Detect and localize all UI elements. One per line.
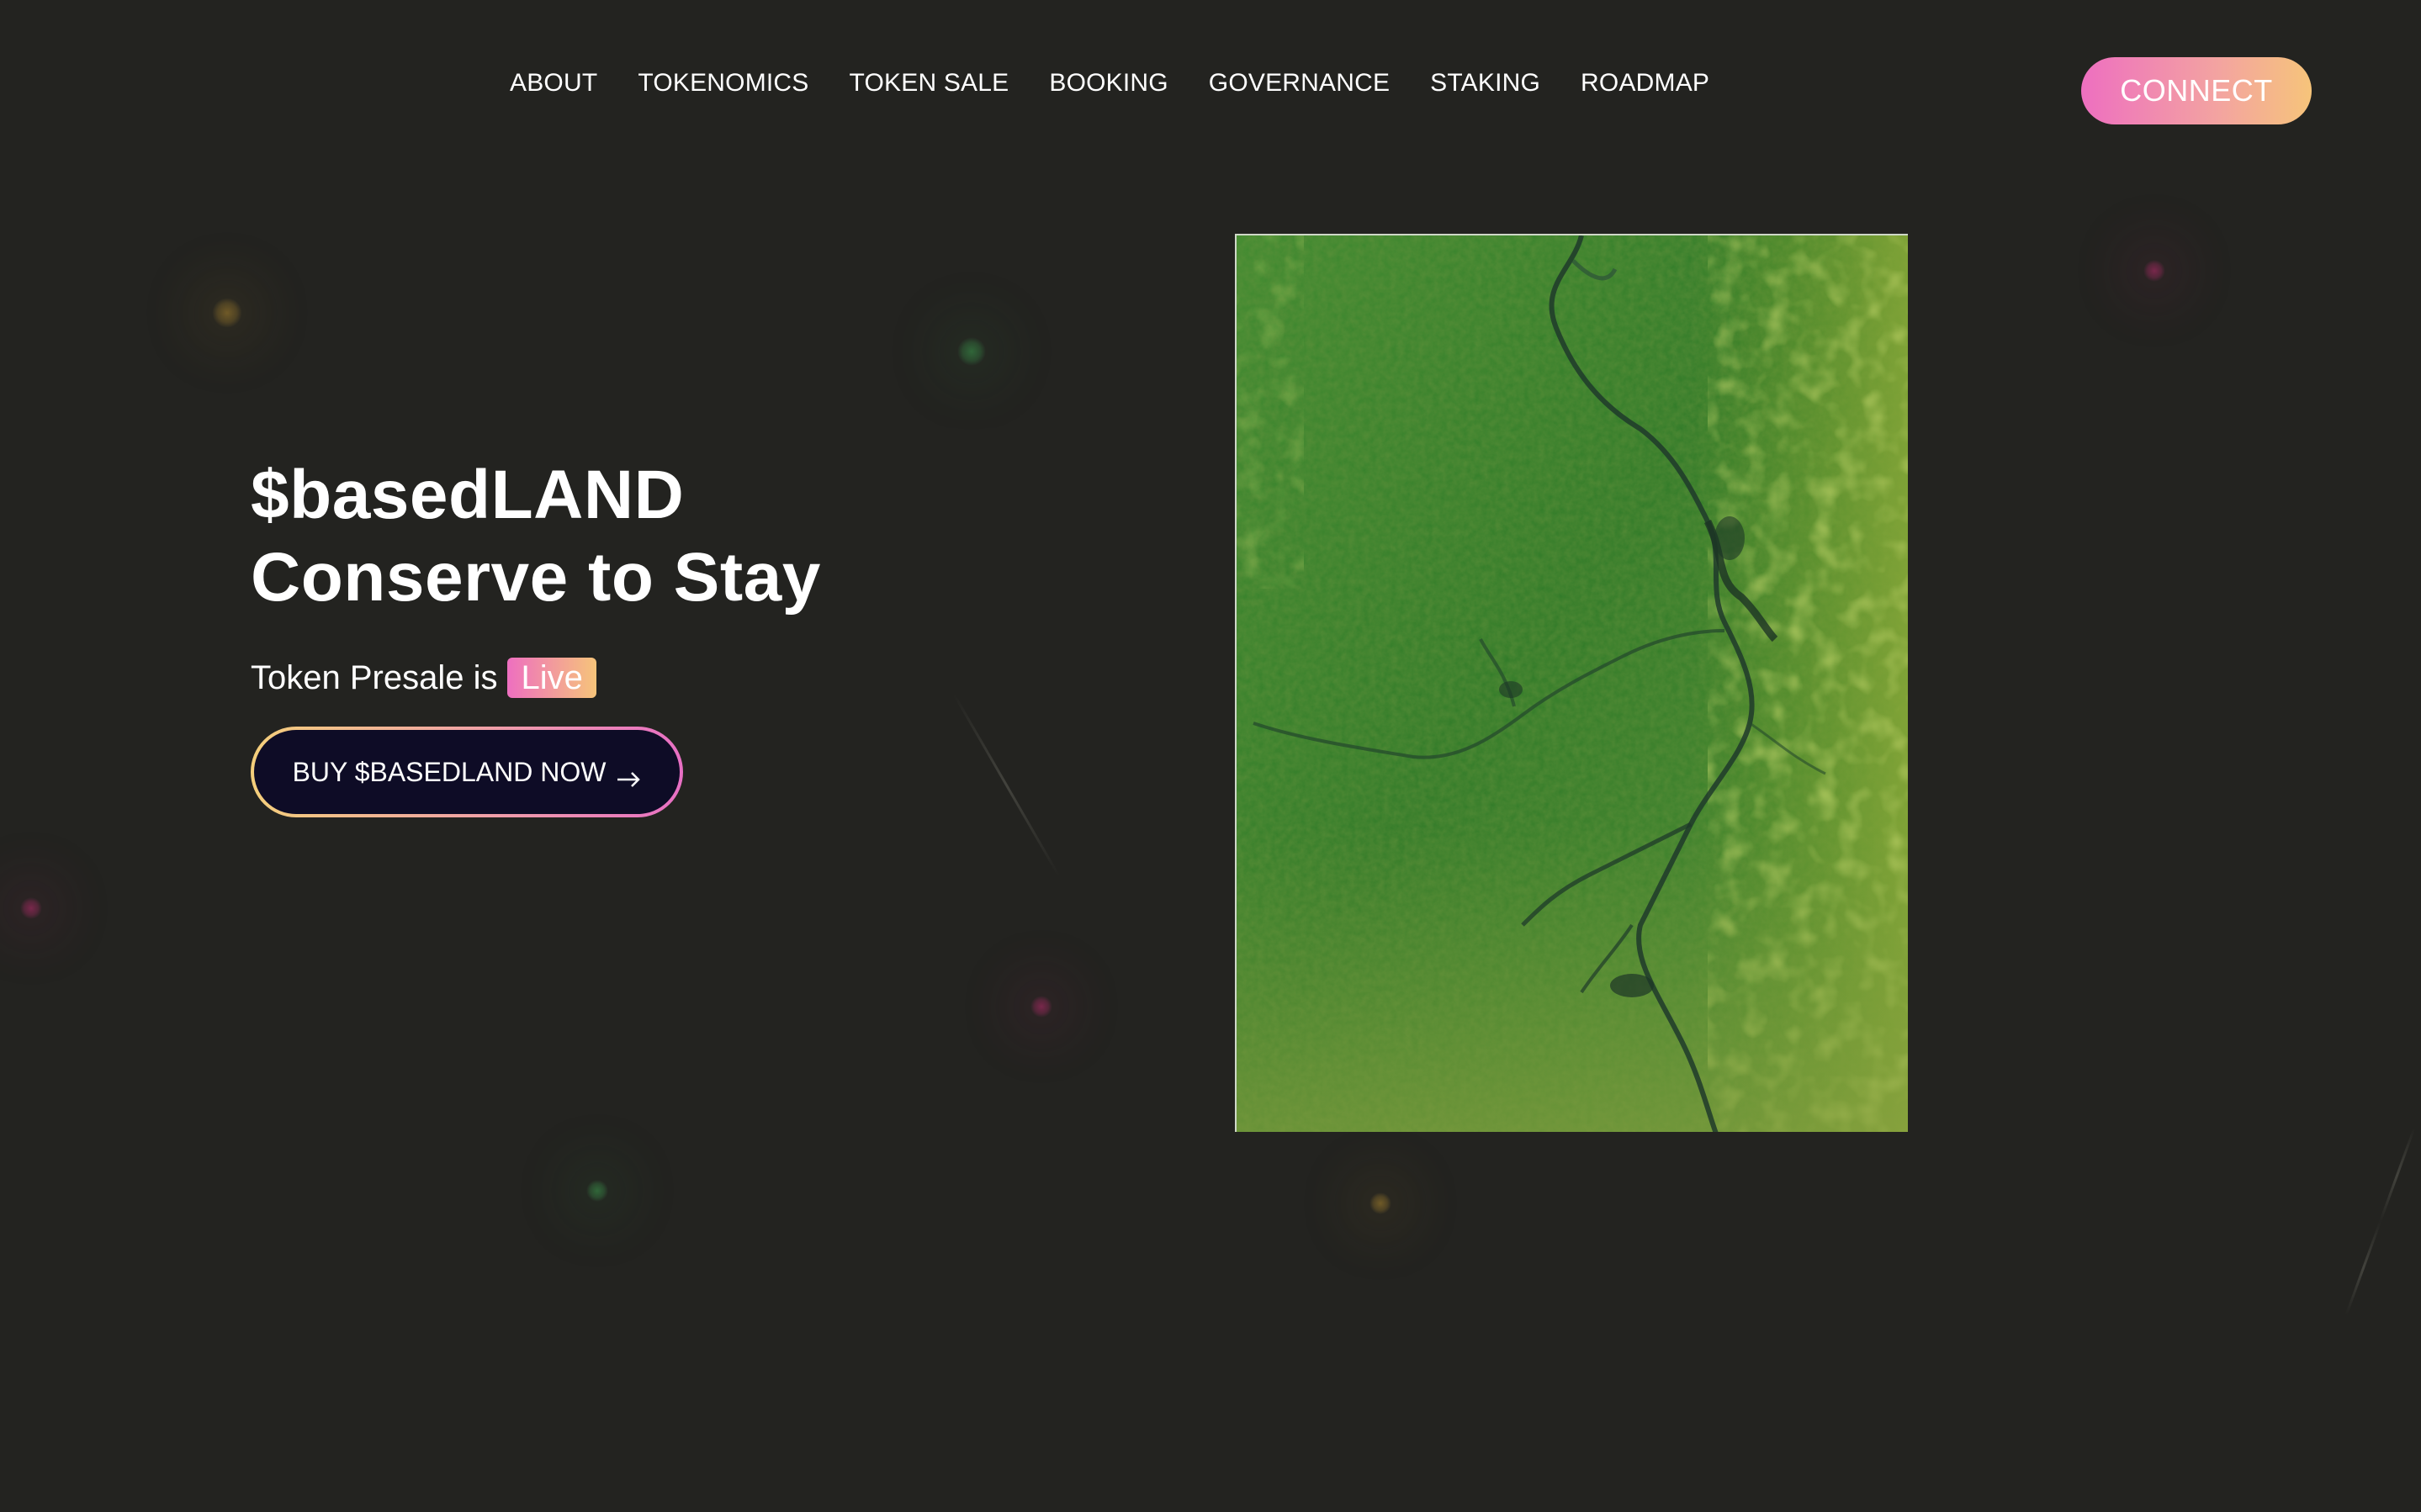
live-badge: Live	[507, 658, 596, 698]
nav-item-staking[interactable]: STAKING	[1430, 71, 1540, 96]
presale-status: Token Presale is Live	[251, 658, 596, 698]
glow-dot	[2143, 260, 2165, 282]
buy-now-button[interactable]: BUY $BASEDLAND NOW	[251, 727, 683, 817]
glow-dot	[20, 897, 42, 919]
hero-landscape-image	[1235, 234, 1908, 1132]
hero-title-line1: $basedLAND	[251, 457, 685, 533]
buy-now-button-inner[interactable]: BUY $BASEDLAND NOW	[254, 730, 680, 814]
glow-dot	[1369, 1192, 1391, 1214]
nav-item-token-sale[interactable]: TOKEN SALE	[850, 71, 1009, 96]
glow-dot	[586, 1180, 608, 1202]
nav-item-about[interactable]: ABOUT	[510, 71, 597, 96]
glow-dot	[957, 337, 986, 366]
nav-item-governance[interactable]: GOVERNANCE	[1209, 71, 1390, 96]
nav-item-booking[interactable]: BOOKING	[1049, 71, 1168, 96]
glow-dot	[1030, 996, 1052, 1018]
buy-now-label: BUY $BASEDLAND NOW	[292, 756, 607, 787]
hero-title-line2: Conserve to Stay	[251, 539, 821, 616]
nav-item-roadmap[interactable]: ROADMAP	[1581, 71, 1709, 96]
nav-item-tokenomics[interactable]: TOKENOMICS	[638, 71, 808, 96]
hero-title: $basedLAND Conserve to Stay	[251, 454, 821, 619]
presale-text: Token Presale is	[251, 658, 498, 696]
light-streak	[952, 693, 1061, 877]
page: ABOUT TOKENOMICS TOKEN SALE BOOKING GOVE…	[0, 0, 2421, 1512]
connect-button[interactable]: CONNECT	[2081, 57, 2312, 124]
glow-dot	[212, 298, 242, 328]
main-nav: ABOUT TOKENOMICS TOKEN SALE BOOKING GOVE…	[510, 71, 1750, 96]
light-streak	[2344, 1219, 2382, 1316]
arrow-right-icon	[616, 764, 641, 787]
light-streak	[2378, 1127, 2416, 1224]
